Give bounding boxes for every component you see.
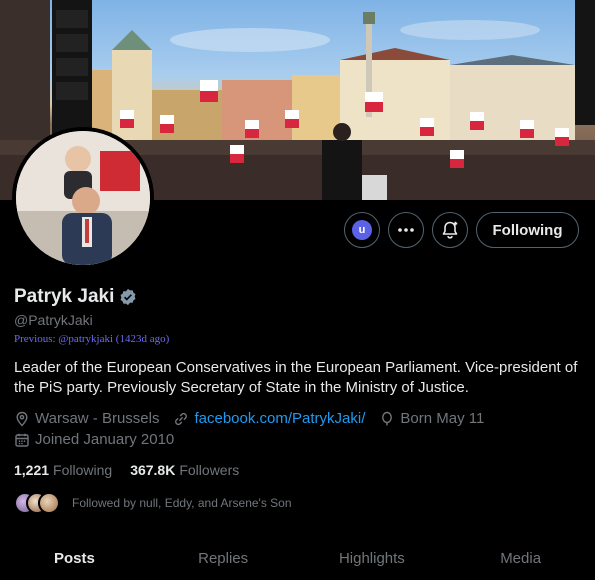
profile-tabs: Posts Replies Highlights Media xyxy=(0,538,595,580)
calendar-icon xyxy=(15,433,29,447)
avatar-image xyxy=(16,131,150,265)
birthday-text: Born May 11 xyxy=(400,410,485,427)
followed-by-avatars xyxy=(14,492,64,514)
profile-meta-row: Warsaw - Brussels facebook.com/PatrykJak… xyxy=(14,410,498,427)
profile-handle: @PatrykJaki xyxy=(14,312,93,328)
birthday-icon xyxy=(382,411,393,425)
profile-bio: Leader of the European Conservatives in … xyxy=(14,359,578,396)
profile-name: Patryk Jaki xyxy=(14,286,115,307)
tab-replies[interactable]: Replies xyxy=(149,538,298,580)
tab-media[interactable]: Media xyxy=(446,538,595,580)
followers-label: Followers xyxy=(179,462,240,478)
following-button[interactable]: Following xyxy=(476,212,579,248)
website-item[interactable]: facebook.com/PatrykJaki/ xyxy=(173,410,365,427)
followed-by[interactable]: Followed by null, Eddy, and Arsene's Son xyxy=(14,492,292,514)
following-count-link[interactable]: 1,221 Following xyxy=(14,462,112,478)
tab-highlights[interactable]: Highlights xyxy=(298,538,447,580)
link-icon xyxy=(175,412,188,425)
notification-bell-icon xyxy=(442,221,458,239)
followers-count-link[interactable]: 367.8K Followers xyxy=(130,462,239,478)
previous-handle-note[interactable]: Previous: @patrykjaki (1423d ago) xyxy=(14,333,169,345)
joined-item: Joined January 2010 xyxy=(14,431,174,448)
joined-text: Joined January 2010 xyxy=(35,431,175,448)
profile-avatar[interactable] xyxy=(12,127,154,269)
followed-by-text: Followed by null, Eddy, and Arsene's Son xyxy=(72,496,292,510)
more-button[interactable] xyxy=(388,212,424,248)
location-text: Warsaw - Brussels xyxy=(35,410,160,427)
location-icon xyxy=(16,411,28,427)
followers-count: 367.8K xyxy=(130,462,176,478)
follow-counts: 1,221 Following 367.8K Followers xyxy=(14,462,257,478)
following-count: 1,221 xyxy=(14,462,50,478)
tab-posts[interactable]: Posts xyxy=(0,538,149,580)
profile-joined-row: Joined January 2010 xyxy=(14,431,188,448)
subscribe-icon: u xyxy=(352,220,372,240)
location-item: Warsaw - Brussels xyxy=(14,410,159,427)
birthday-item: Born May 11 xyxy=(379,410,484,427)
notification-button[interactable] xyxy=(432,212,468,248)
subscribe-button[interactable]: u xyxy=(344,212,380,248)
website-link[interactable]: facebook.com/PatrykJaki/ xyxy=(194,410,365,427)
more-icon xyxy=(398,228,414,232)
profile-name-row: Patryk Jaki xyxy=(14,286,137,308)
verified-badge-icon[interactable] xyxy=(119,288,137,306)
mini-avatar xyxy=(38,492,60,514)
following-label: Following xyxy=(53,462,113,478)
